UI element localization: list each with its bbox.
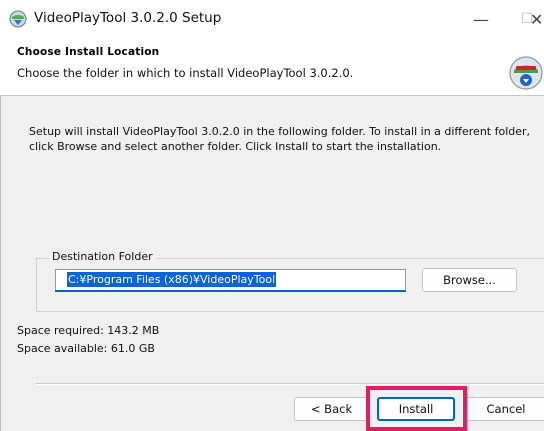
page-title: Choose Install Location — [17, 46, 160, 58]
destination-group-label: Destination Folder — [49, 250, 156, 263]
page-subtitle: Choose the folder in which to install Vi… — [17, 66, 354, 80]
page-header: Choose Install Location Choose the folde… — [0, 38, 544, 96]
window-border — [0, 38, 1, 431]
app-icon — [9, 10, 27, 28]
minimize-button[interactable]: — — [458, 0, 504, 38]
cancel-button[interactable]: Cancel — [466, 397, 544, 421]
browse-button[interactable]: Browse... — [422, 268, 517, 292]
destination-path-value: C:¥Program Files (x86)¥VideoPlayTool — [67, 272, 277, 287]
window-title: VideoPlayTool 3.0.2.0 Setup — [34, 10, 222, 26]
close-button[interactable]: ✕ — [530, 0, 544, 38]
installer-disk-icon — [509, 56, 543, 90]
back-button[interactable]: < Back — [294, 397, 369, 421]
space-required: Space required: 143.2 MB — [17, 324, 160, 337]
close-icon: ✕ — [530, 9, 544, 29]
install-highlight-box — [366, 386, 467, 431]
destination-path-input[interactable]: C:¥Program Files (x86)¥VideoPlayTool — [55, 269, 406, 291]
minimize-icon: — — [473, 9, 489, 29]
footer-divider-highlight — [36, 384, 544, 385]
space-available: Space available: 61.0 GB — [17, 342, 155, 355]
input-focus-underline — [55, 290, 406, 292]
setup-window: VideoPlayTool 3.0.2.0 Setup — ☐ ✕ Choose… — [0, 0, 544, 431]
title-bar: VideoPlayTool 3.0.2.0 Setup — ☐ ✕ — [0, 0, 544, 39]
install-description: Setup will install VideoPlayTool 3.0.2.0… — [29, 125, 531, 153]
